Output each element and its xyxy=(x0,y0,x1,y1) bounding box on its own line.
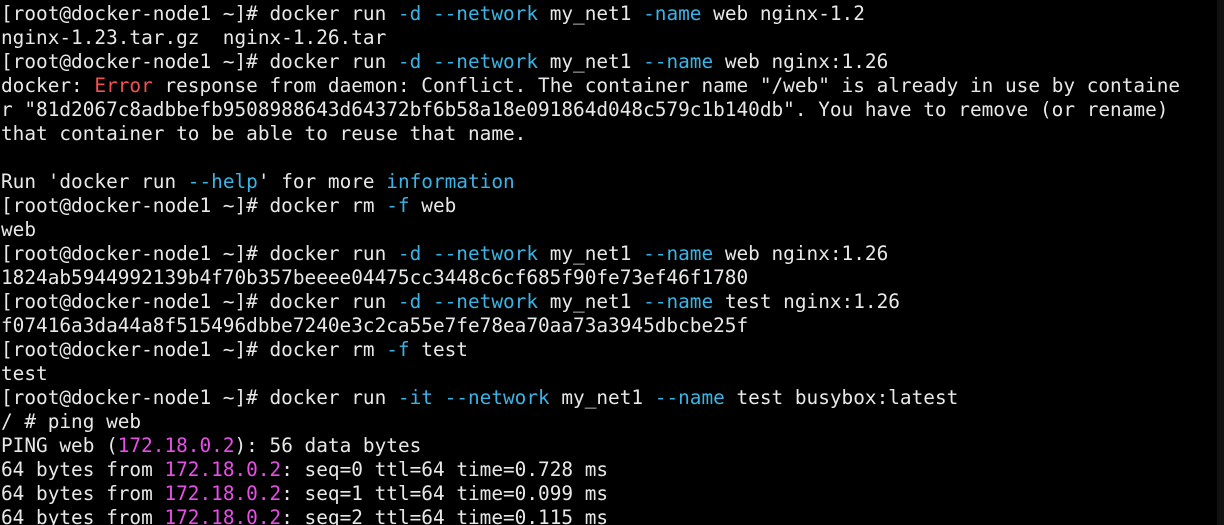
terminal-text-plain: my_net1 xyxy=(538,290,644,313)
terminal-line: test xyxy=(1,362,1224,386)
terminal-text-plain: 64 bytes from xyxy=(1,482,165,505)
terminal-text-error: Error xyxy=(94,74,153,97)
terminal-line: 1824ab5944992139b4f70b357beeee04475cc344… xyxy=(1,266,1224,290)
terminal-text-flag: -it --network xyxy=(397,386,550,409)
terminal-text-plain: test nginx:1.26 xyxy=(713,290,900,313)
terminal-line: [root@docker-node1 ~]# docker rm -f test xyxy=(1,338,1224,362)
terminal-text-plain: [root@docker-node1 ~]# docker run xyxy=(1,50,398,73)
terminal-text-plain: : seq=2 ttl=64 time=0.115 ms xyxy=(281,506,609,525)
terminal-text-plain: ): 56 data bytes xyxy=(234,434,422,457)
terminal-text-plain: web xyxy=(409,194,457,217)
terminal-line: [root@docker-node1 ~]# docker run -d --n… xyxy=(1,50,1224,74)
terminal-text-plain: 64 bytes from xyxy=(1,506,165,525)
terminal-text-plain: Run 'docker run xyxy=(1,170,188,193)
terminal-text-plain: response from daemon: Conflict. The cont… xyxy=(152,74,1181,97)
terminal-text-plain: web xyxy=(1,218,37,241)
terminal-text-flag: --name xyxy=(643,290,714,313)
terminal-line: [root@docker-node1 ~]# docker run -d --n… xyxy=(1,242,1224,266)
terminal-text-plain: f07416a3da44a8f515496dbbe7240e3c2ca55e7f… xyxy=(1,314,749,337)
terminal-text-plain: / # ping web xyxy=(1,410,142,433)
terminal-text-plain: [root@docker-node1 ~]# docker run xyxy=(1,386,398,409)
terminal-line: Run 'docker run --help' for more informa… xyxy=(1,170,1224,194)
terminal-text-plain: ' for more xyxy=(257,170,387,193)
terminal-line: docker: Error response from daemon: Conf… xyxy=(1,74,1224,98)
terminal-line: 64 bytes from 172.18.0.2: seq=1 ttl=64 t… xyxy=(1,482,1224,506)
terminal-text-plain: nginx-1.23.tar.gz nginx-1.26.tar xyxy=(1,26,387,49)
terminal-text-flag: --help xyxy=(187,170,258,193)
terminal-text-ip: 172.18.0.2 xyxy=(164,482,282,505)
terminal-text-plain: my_net1 xyxy=(538,2,644,25)
terminal-text-plain: [root@docker-node1 ~]# docker run xyxy=(1,290,398,313)
terminal-output[interactable]: [root@docker-node1 ~]# docker run -d --n… xyxy=(1,2,1224,525)
terminal-line: 64 bytes from 172.18.0.2: seq=0 ttl=64 t… xyxy=(1,458,1224,482)
terminal-line: 64 bytes from 172.18.0.2: seq=2 ttl=64 t… xyxy=(1,506,1224,525)
terminal-text-flag: -d --network xyxy=(397,242,539,265)
terminal-text-plain: [root@docker-node1 ~]# docker run xyxy=(1,242,398,265)
terminal-text-plain: that container to be able to reuse that … xyxy=(1,122,527,145)
terminal-line: [root@docker-node1 ~]# docker run -it --… xyxy=(1,386,1224,410)
terminal-line: r "81d2067c8adbbefb9508988643d64372bf6b5… xyxy=(1,98,1224,122)
terminal-text-plain: web nginx-1.2 xyxy=(701,2,865,25)
terminal-text-flag: information xyxy=(386,170,515,193)
terminal-text-plain: 64 bytes from xyxy=(1,458,165,481)
terminal-line: that container to be able to reuse that … xyxy=(1,122,1224,146)
terminal-line: / # ping web xyxy=(1,410,1224,434)
terminal-text-plain: web nginx:1.26 xyxy=(713,50,889,73)
terminal-text-ip: 172.18.0.2 xyxy=(164,458,282,481)
terminal-text-flag: --name xyxy=(643,50,714,73)
terminal-line: PING web (172.18.0.2): 56 data bytes xyxy=(1,434,1224,458)
terminal-text-plain: 1824ab5944992139b4f70b357beeee04475cc344… xyxy=(1,266,749,289)
terminal-text-flag: -f xyxy=(386,338,410,361)
terminal-text-ip: 172.18.0.2 xyxy=(117,434,235,457)
terminal-text-plain: my_net1 xyxy=(538,50,644,73)
terminal-text-ip: 172.18.0.2 xyxy=(164,506,282,525)
terminal-scrollbar[interactable] xyxy=(1217,0,1224,525)
terminal-text-plain: r "81d2067c8adbbefb9508988643d64372bf6b5… xyxy=(1,98,1169,121)
terminal-text-plain: test xyxy=(409,338,468,361)
terminal-line: web xyxy=(1,218,1224,242)
terminal-text-plain: test busybox:latest xyxy=(724,386,959,409)
terminal-text-plain: [root@docker-node1 ~]# docker rm xyxy=(1,194,387,217)
terminal-text-plain: my_net1 xyxy=(538,242,644,265)
terminal-line: [root@docker-node1 ~]# docker run -d --n… xyxy=(1,290,1224,314)
terminal-line: f07416a3da44a8f515496dbbe7240e3c2ca55e7f… xyxy=(1,314,1224,338)
terminal-text-plain: docker: xyxy=(1,74,95,97)
terminal-text-plain: : seq=1 ttl=64 time=0.099 ms xyxy=(281,482,609,505)
terminal-window[interactable]: [root@docker-node1 ~]# docker run -d --n… xyxy=(0,0,1224,525)
terminal-text-plain: test xyxy=(1,362,48,385)
terminal-text-flag: --name xyxy=(643,242,714,265)
terminal-line: [root@docker-node1 ~]# docker run -d --n… xyxy=(1,2,1224,26)
terminal-text-flag: -name xyxy=(643,2,702,25)
terminal-line: nginx-1.23.tar.gz nginx-1.26.tar xyxy=(1,26,1224,50)
terminal-text-plain: : seq=0 ttl=64 time=0.728 ms xyxy=(281,458,609,481)
terminal-text-plain: web nginx:1.26 xyxy=(713,242,889,265)
terminal-line: [root@docker-node1 ~]# docker rm -f web xyxy=(1,194,1224,218)
terminal-text-plain: [root@docker-node1 ~]# docker run xyxy=(1,2,398,25)
terminal-text-plain: [root@docker-node1 ~]# docker rm xyxy=(1,338,387,361)
terminal-text-flag: -d --network xyxy=(397,2,539,25)
terminal-text-flag: -d --network xyxy=(397,290,539,313)
terminal-text-flag: --name xyxy=(654,386,725,409)
terminal-text-plain: PING web ( xyxy=(1,434,118,457)
terminal-text-flag: -f xyxy=(386,194,410,217)
terminal-text-flag: -d --network xyxy=(397,50,539,73)
terminal-text-plain: my_net1 xyxy=(549,386,655,409)
